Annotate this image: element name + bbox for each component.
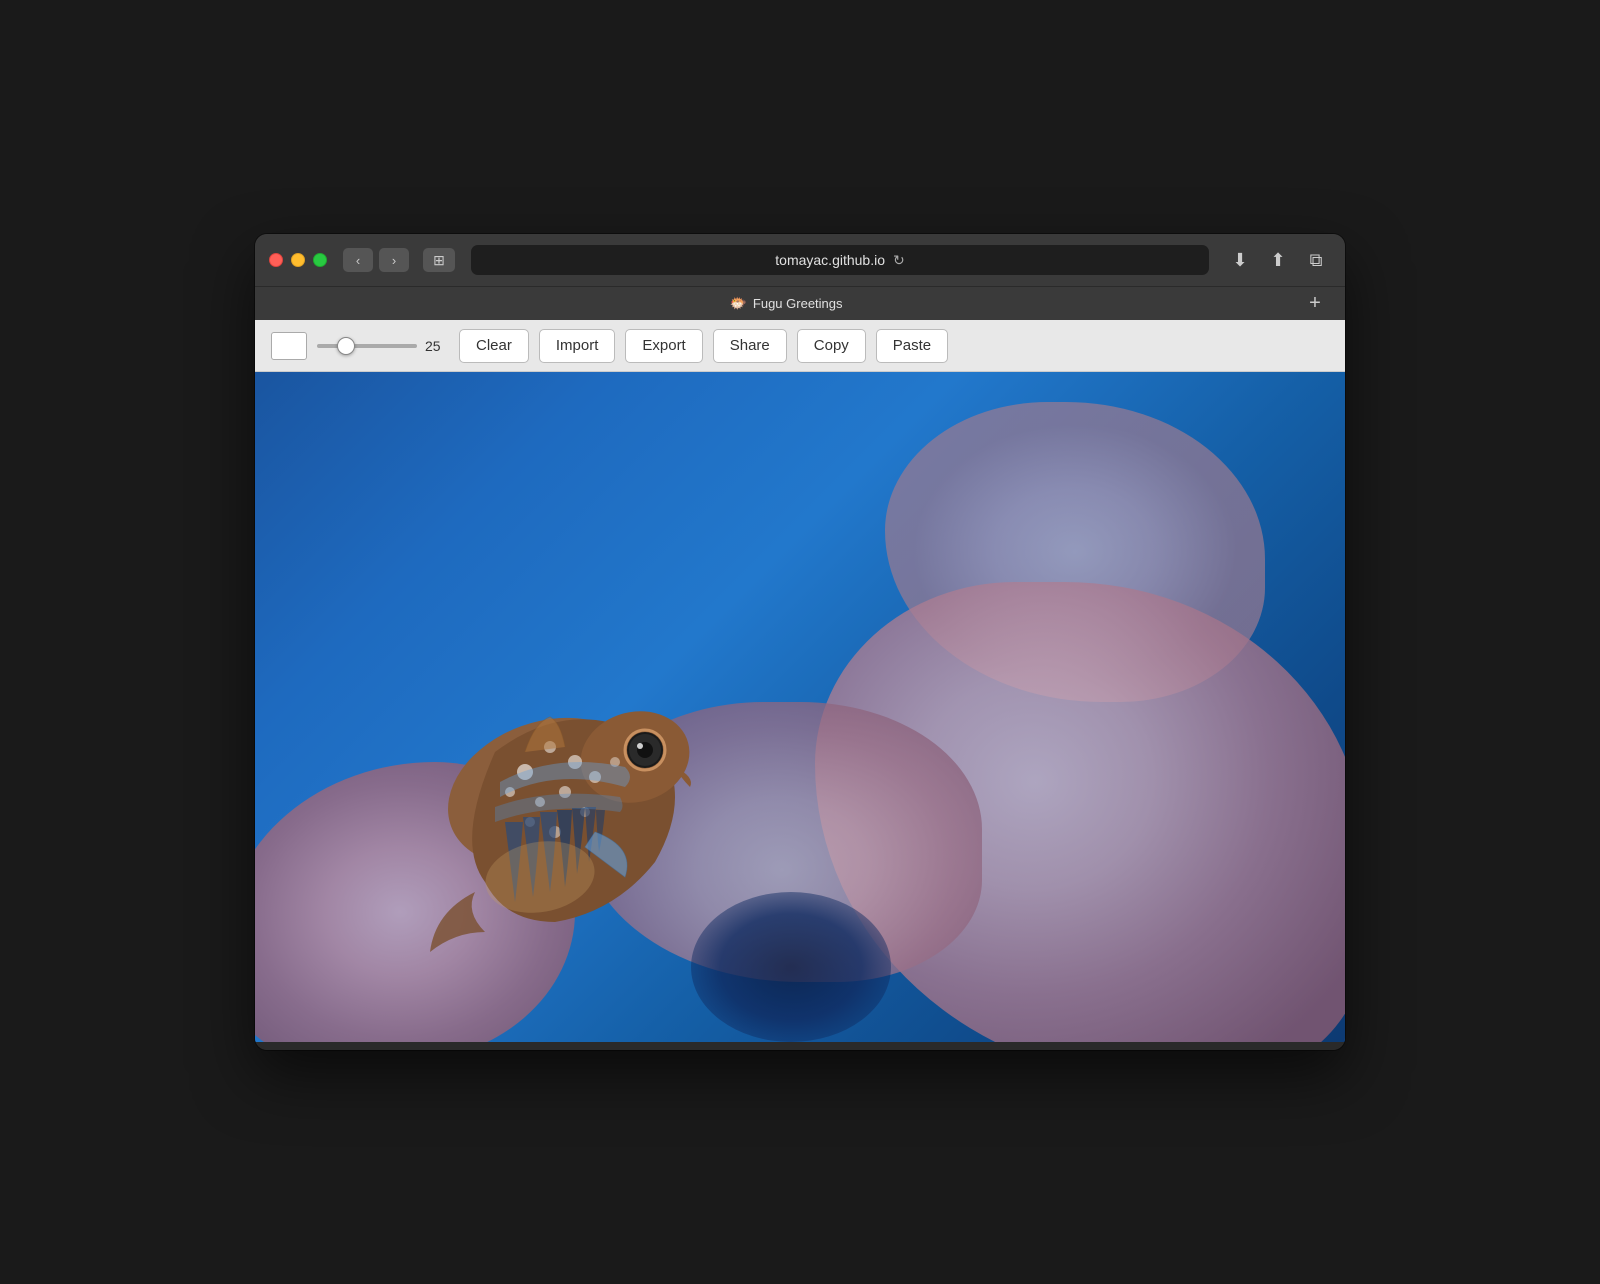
back-icon: ‹ xyxy=(356,253,360,268)
close-button[interactable] xyxy=(269,253,283,267)
export-label: Export xyxy=(642,337,685,354)
fish-scene xyxy=(255,372,1345,1042)
export-button[interactable]: Export xyxy=(625,329,702,363)
paste-label: Paste xyxy=(893,337,931,354)
maximize-button[interactable] xyxy=(313,253,327,267)
address-bar[interactable]: tomayac.github.io ↻ xyxy=(471,245,1209,275)
share-canvas-button[interactable]: Share xyxy=(713,329,787,363)
traffic-lights xyxy=(269,253,327,267)
tab-emoji: 🐡 xyxy=(729,295,746,312)
tabs-button[interactable]: ⧉ xyxy=(1301,245,1331,275)
clear-button[interactable]: Clear xyxy=(459,329,529,363)
import-label: Import xyxy=(556,337,599,354)
tab-title: 🐡 Fugu Greetings xyxy=(271,295,1301,312)
minimize-button[interactable] xyxy=(291,253,305,267)
download-icon: ⬇ xyxy=(1232,250,1247,271)
paste-button[interactable]: Paste xyxy=(876,329,948,363)
back-button[interactable]: ‹ xyxy=(343,248,373,272)
share-button[interactable]: ⬆ xyxy=(1263,245,1293,275)
browser-window: ‹ › ⊞ tomayac.github.io ↻ ⬇ ⬆ ⧉ xyxy=(255,234,1345,1050)
tab-label: Fugu Greetings xyxy=(753,296,843,311)
url-text: tomayac.github.io xyxy=(775,252,885,268)
new-tab-button[interactable]: + xyxy=(1301,290,1329,318)
browser-actions: ⬇ ⬆ ⧉ xyxy=(1225,245,1331,275)
size-control: 25 xyxy=(317,338,449,354)
bottom-bar xyxy=(255,1042,1345,1050)
copy-button[interactable]: Copy xyxy=(797,329,866,363)
refresh-button[interactable]: ↻ xyxy=(893,252,905,269)
nav-buttons: ‹ › ⊞ xyxy=(343,248,455,272)
import-button[interactable]: Import xyxy=(539,329,616,363)
sidebar-button[interactable]: ⊞ xyxy=(423,248,455,272)
toolbar: 25 Clear Import Export Share Copy Paste xyxy=(255,320,1345,372)
size-slider[interactable] xyxy=(317,344,417,348)
size-value-label: 25 xyxy=(425,338,449,354)
share-canvas-label: Share xyxy=(730,337,770,354)
canvas-area[interactable] xyxy=(255,372,1345,1042)
tabs-icon: ⧉ xyxy=(1310,250,1323,271)
download-button[interactable]: ⬇ xyxy=(1225,245,1255,275)
share-icon: ⬆ xyxy=(1270,250,1285,271)
sidebar-icon: ⊞ xyxy=(433,252,445,269)
forward-icon: › xyxy=(392,253,396,268)
title-bar: ‹ › ⊞ tomayac.github.io ↻ ⬇ ⬆ ⧉ xyxy=(255,234,1345,286)
tab-bar: 🐡 Fugu Greetings + xyxy=(255,286,1345,320)
color-picker[interactable] xyxy=(271,332,307,360)
copy-label: Copy xyxy=(814,337,849,354)
clear-label: Clear xyxy=(476,337,512,354)
fish-svg xyxy=(375,592,755,1042)
forward-button[interactable]: › xyxy=(379,248,409,272)
new-tab-icon: + xyxy=(1309,292,1321,315)
refresh-icon: ↻ xyxy=(893,252,905,268)
